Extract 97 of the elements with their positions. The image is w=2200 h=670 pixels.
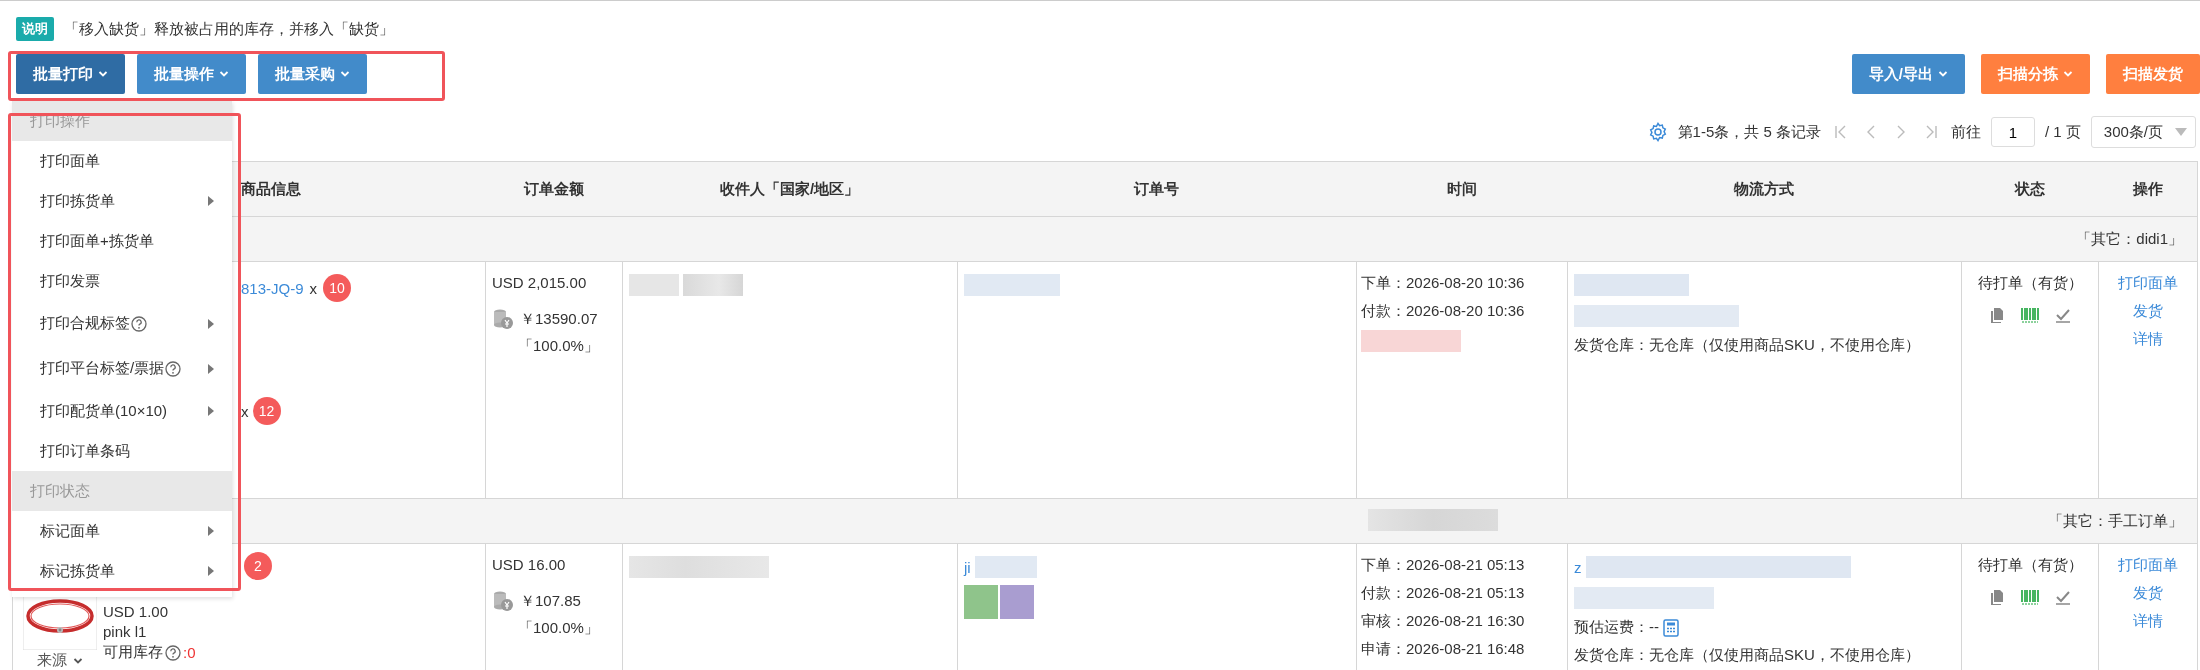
menu-item[interactable]: 标记面单: [12, 511, 232, 551]
help-icon: [165, 360, 182, 377]
menu-item[interactable]: 打印合规标签: [12, 301, 232, 346]
batch-menu-button[interactable]: 批量打印: [16, 54, 125, 94]
page-input[interactable]: 1: [1990, 117, 2035, 147]
column-header: 状态: [2014, 179, 2045, 199]
order-amount: USD 16.00: [492, 556, 567, 573]
column-header: 订单号: [1134, 179, 1179, 199]
menu-item[interactable]: 打印拣货单: [12, 181, 232, 221]
help-icon: [131, 315, 147, 332]
note-badge: 说明: [16, 17, 54, 41]
barcode-icon[interactable]: [2021, 589, 2039, 605]
note-text: 「移入缺货」释放被占用的库存，并移入「缺货」: [64, 19, 394, 39]
submenu-arrow-icon: [208, 196, 214, 206]
cny-amount: ￥13590.07: [520, 309, 598, 329]
record-summary: 第1-5条，共 5 条记录: [1677, 122, 1821, 142]
sku-link[interactable]: 813-JQ-9: [241, 279, 304, 297]
submenu-arrow-icon: [208, 566, 214, 576]
times-sign: x: [309, 279, 318, 297]
source-dropdown[interactable]: 来源: [37, 651, 83, 670]
timestamp: 付款：2026-08-21 05:13: [1361, 584, 1526, 603]
item-price: USD 1.00: [103, 603, 170, 620]
settings-icon[interactable]: [1647, 122, 1668, 142]
order-status: 待打单（有货）: [1977, 274, 2083, 293]
batch-menu-button[interactable]: 批量操作: [137, 54, 246, 94]
check-icon[interactable]: [2055, 589, 2071, 605]
quantity-badge: 12: [252, 397, 281, 425]
blurred-text: [629, 274, 679, 296]
profit-ratio: 「100.0%」: [517, 337, 600, 356]
batch-menu-button[interactable]: 批量采购: [258, 54, 367, 94]
cny-amount: ￥107.85: [520, 591, 581, 611]
action-link[interactable]: 详情: [2133, 612, 2163, 631]
copy-icon[interactable]: [1989, 307, 2005, 323]
order-amount: USD 2,015.00: [492, 274, 588, 291]
action-link[interactable]: 详情: [2133, 330, 2163, 349]
column-header: 商品信息: [241, 179, 301, 199]
timestamp: 申请：2026-08-21 16:48: [1361, 640, 1526, 659]
submenu-arrow-icon: [208, 406, 214, 416]
quantity-badge: 2: [244, 552, 272, 580]
coins-icon: [492, 308, 514, 330]
stock-label: 可用库存: [103, 643, 163, 662]
timestamp: 付款：2026-08-20 10:36: [1361, 302, 1526, 321]
column-header: 收件人「国家/地区」: [719, 179, 860, 199]
calculator-icon[interactable]: [1663, 618, 1679, 637]
help-icon: [165, 644, 181, 661]
chevron-down-icon: [219, 69, 229, 79]
action-link[interactable]: 打印面单: [2118, 556, 2178, 575]
page-size-select[interactable]: 300条/页: [2090, 116, 2196, 148]
blurred-text: [683, 274, 743, 296]
barcode-icon[interactable]: [2021, 307, 2039, 323]
carrier-link[interactable]: z: [1574, 558, 1582, 576]
blurred-text: [974, 556, 1037, 578]
action-link[interactable]: 发货: [2133, 302, 2163, 321]
menu-item[interactable]: 打印面单: [12, 141, 232, 181]
column-header: 物流方式: [1734, 179, 1794, 199]
chevron-down-icon: [98, 69, 108, 79]
timestamp: 下单：2026-08-20 10:36: [1361, 274, 1526, 293]
submenu-arrow-icon: [208, 526, 214, 536]
copy-icon[interactable]: [1989, 589, 2005, 605]
quantity-badge: 10: [323, 274, 352, 302]
toolbar-button[interactable]: 导入/导出: [1851, 54, 1965, 94]
menu-section-header: 打印状态: [12, 471, 232, 511]
page-total: / 1 页: [2044, 122, 2081, 142]
menu-item[interactable]: 打印发票: [12, 261, 232, 301]
group-label: 「其它：手工订单」: [2048, 511, 2183, 531]
column-header: 时间: [1446, 179, 1477, 199]
chevron-down-icon: [340, 69, 350, 79]
submenu-arrow-icon: [208, 363, 214, 374]
menu-item[interactable]: 标记拣货单: [12, 551, 232, 591]
dropdown-triangle-icon: [2175, 128, 2187, 136]
group-label: 「其它：didi1」: [2076, 229, 2183, 249]
coins-icon: [492, 590, 514, 612]
timestamp: 审核：2026-08-21 16:30: [1361, 612, 1526, 631]
chevron-down-icon: [2063, 69, 2073, 79]
action-link[interactable]: 发货: [2133, 584, 2163, 603]
menu-item[interactable]: 打印订单条码: [12, 431, 232, 471]
menu-item[interactable]: 打印配货单(10×10): [12, 391, 232, 431]
submenu-arrow-icon: [208, 318, 214, 329]
action-link[interactable]: 打印面单: [2118, 274, 2178, 293]
order-number-link[interactable]: ji: [964, 558, 971, 576]
times-sign: x: [241, 402, 249, 420]
warehouse-info: 发货仓库：无仓库（仅使用商品SKU，不使用仓库）: [1574, 646, 1921, 665]
profit-ratio: 「100.0%」: [517, 619, 600, 638]
goto-label: 前往: [1950, 122, 1981, 142]
stock-count: :0: [183, 644, 196, 661]
chevron-down-icon: [1938, 69, 1948, 79]
menu-item[interactable]: 打印平台标签/票据: [12, 346, 232, 391]
first-page-icon[interactable]: [1833, 125, 1848, 139]
warehouse-info: 发货仓库：无仓库（仅使用商品SKU，不使用仓库）: [1574, 336, 1921, 355]
timestamp: 下单：2026-08-21 05:13: [1361, 556, 1526, 575]
freight-estimate: 预估运费：--: [1574, 618, 1659, 637]
column-header: 操作: [2132, 179, 2163, 199]
item-variant: pink l1: [103, 623, 148, 640]
order-status: 待打单（有货）: [1977, 556, 2083, 575]
menu-item[interactable]: 打印面单+拣货单: [12, 221, 232, 261]
check-icon[interactable]: [2055, 307, 2071, 323]
column-header: 订单金额: [523, 179, 584, 199]
